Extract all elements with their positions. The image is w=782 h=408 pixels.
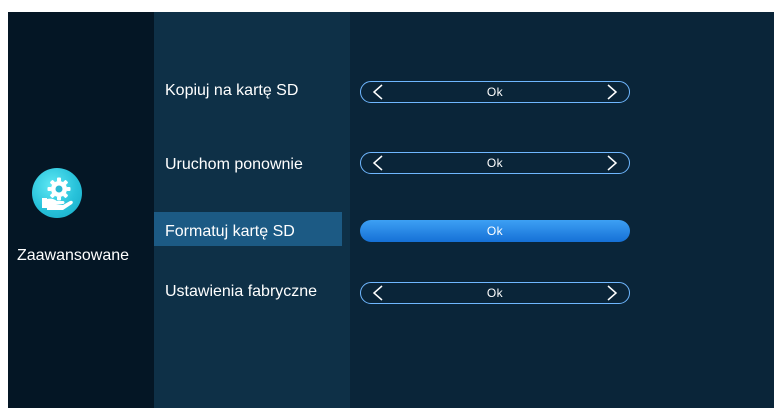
- setting-selector-factory-reset[interactable]: Ok: [360, 282, 630, 304]
- setting-selector-copy-sd[interactable]: Ok: [360, 81, 630, 103]
- chevron-right-icon[interactable]: [605, 285, 619, 301]
- setting-label-copy-sd[interactable]: Kopiuj na kartę SD: [165, 82, 298, 100]
- settings-label-column: [154, 12, 350, 408]
- setting-value: Ok: [486, 85, 504, 99]
- setting-value: Ok: [486, 156, 504, 170]
- setting-selector-restart[interactable]: Ok: [360, 152, 630, 174]
- chevron-right-icon[interactable]: [605, 84, 619, 100]
- setting-selector-format-sd[interactable]: Ok: [360, 220, 630, 242]
- setting-value: Ok: [486, 286, 504, 300]
- settings-value-column: [350, 12, 774, 408]
- setting-label-factory-reset[interactable]: Ustawienia fabryczne: [165, 283, 317, 301]
- chevron-right-icon[interactable]: [605, 155, 619, 171]
- setting-value: Ok: [486, 224, 504, 238]
- setting-label-restart[interactable]: Uruchom ponownie: [165, 156, 303, 174]
- setting-label-format-sd[interactable]: Formatuj kartę SD: [165, 223, 295, 241]
- category-label: Zaawansowane: [16, 247, 130, 264]
- settings-gear-hand-icon[interactable]: [32, 168, 82, 218]
- device-screen: [8, 12, 774, 408]
